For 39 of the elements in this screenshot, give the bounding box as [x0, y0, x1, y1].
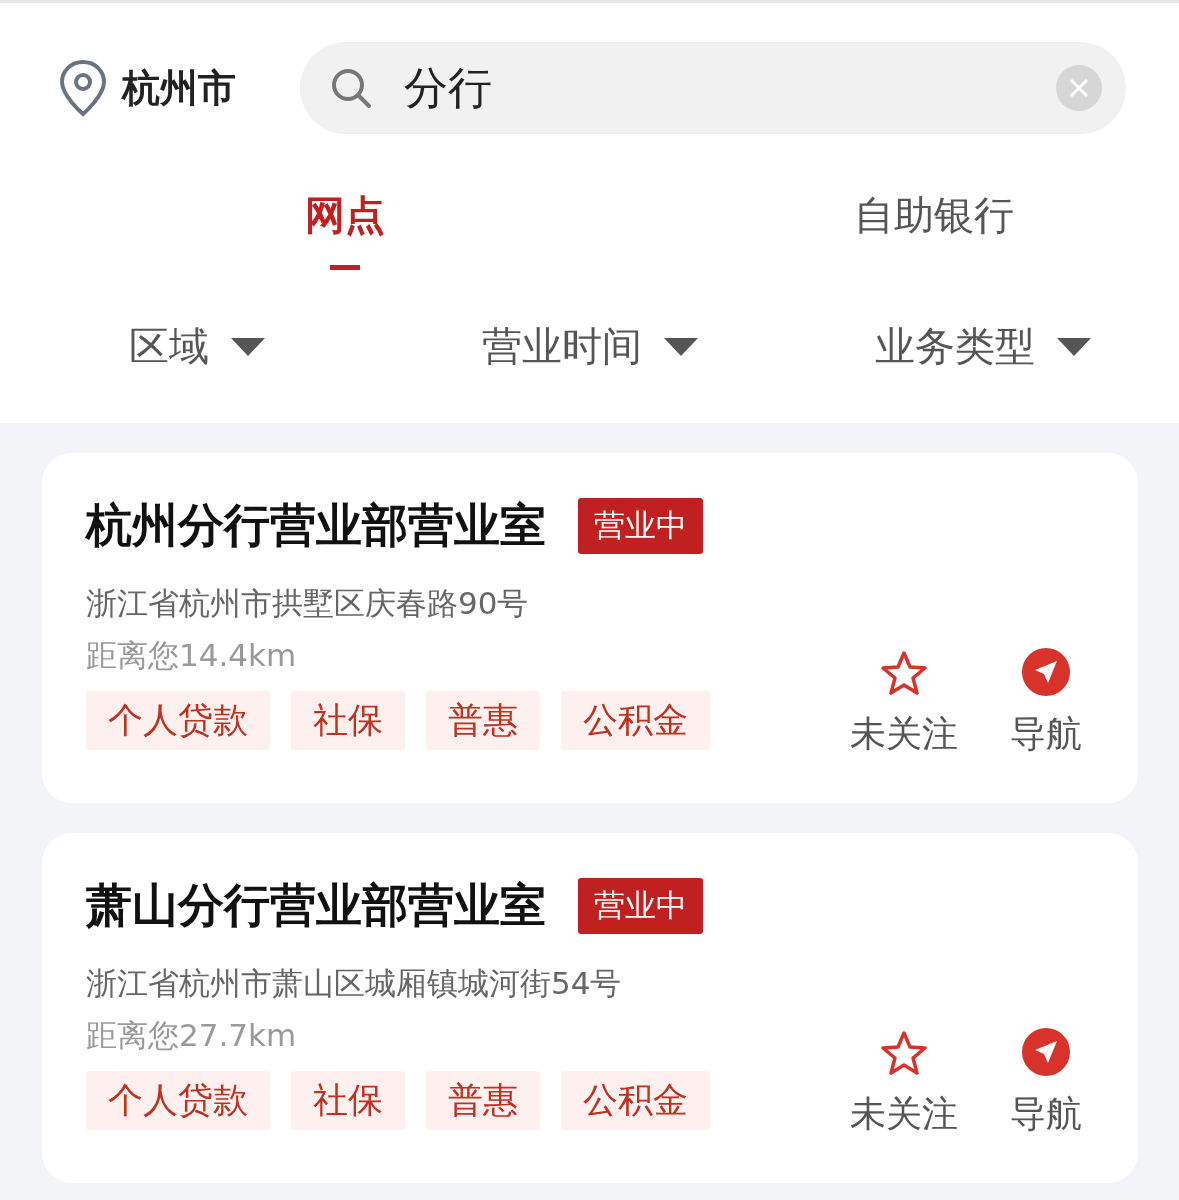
- caret-icon: [230, 337, 265, 356]
- navigate-label[interactable]: 导航: [1010, 1090, 1082, 1139]
- service-tag: 普惠: [426, 1071, 540, 1130]
- navigation-icon[interactable]: [1022, 1028, 1070, 1076]
- star-icon[interactable]: [880, 1030, 928, 1076]
- star-icon[interactable]: [880, 650, 928, 696]
- search-icon: [330, 67, 372, 109]
- service-tag: 公积金: [561, 691, 710, 750]
- service-tag: 个人贷款: [86, 1071, 270, 1130]
- service-tag: 社保: [291, 691, 405, 750]
- navigation-icon[interactable]: [1022, 648, 1070, 696]
- follow-label[interactable]: 未关注: [850, 1090, 958, 1139]
- city-label[interactable]: 杭州市: [122, 62, 236, 114]
- navigate-label[interactable]: 导航: [1010, 710, 1082, 759]
- search-input[interactable]: 分行: [402, 61, 1026, 115]
- filter-dropdown[interactable]: 区域: [128, 319, 209, 374]
- distance-label: 距离您27.7km: [86, 1016, 298, 1055]
- filter-dropdown[interactable]: 业务类型: [874, 319, 1035, 374]
- branch-name: 萧山分行营业部营业室: [86, 877, 546, 934]
- filter-dropdown[interactable]: 营业时间: [481, 319, 642, 374]
- location-pin-icon: [58, 58, 108, 118]
- service-tag: 社保: [291, 1071, 405, 1130]
- branch-card[interactable]: 杭州分行营业部营业室 营业中 浙江省杭州市拱墅区庆春路90号 距离您14.4km 个人贷款 社保 普惠 公积金 未关注 导航: [42, 453, 1138, 803]
- tab[interactable]: 自助银行: [854, 188, 1014, 243]
- branch-address: 浙江省杭州市萧山区城厢镇城河街54号: [86, 964, 623, 1003]
- follow-label[interactable]: 未关注: [850, 710, 958, 759]
- service-tag: 公积金: [561, 1071, 710, 1130]
- service-tag: 个人贷款: [86, 691, 270, 750]
- status-badge: 营业中: [578, 498, 703, 554]
- search-field[interactable]: 分行: [300, 42, 1126, 134]
- status-badge: 营业中: [578, 878, 703, 934]
- tab[interactable]: 网点: [304, 188, 385, 243]
- branch-name: 杭州分行营业部营业室: [86, 497, 546, 554]
- service-tag: 普惠: [426, 691, 540, 750]
- caret-icon: [1056, 337, 1091, 356]
- branch-card[interactable]: 萧山分行营业部营业室 营业中 浙江省杭州市萧山区城厢镇城河街54号 距离您27.7km 个人贷款 社保 普惠 公积金 未关注 导航: [42, 833, 1138, 1183]
- distance-label: 距离您14.4km: [86, 636, 298, 675]
- caret-icon: [663, 337, 698, 356]
- branch-address: 浙江省杭州市拱墅区庆春路90号: [86, 584, 530, 623]
